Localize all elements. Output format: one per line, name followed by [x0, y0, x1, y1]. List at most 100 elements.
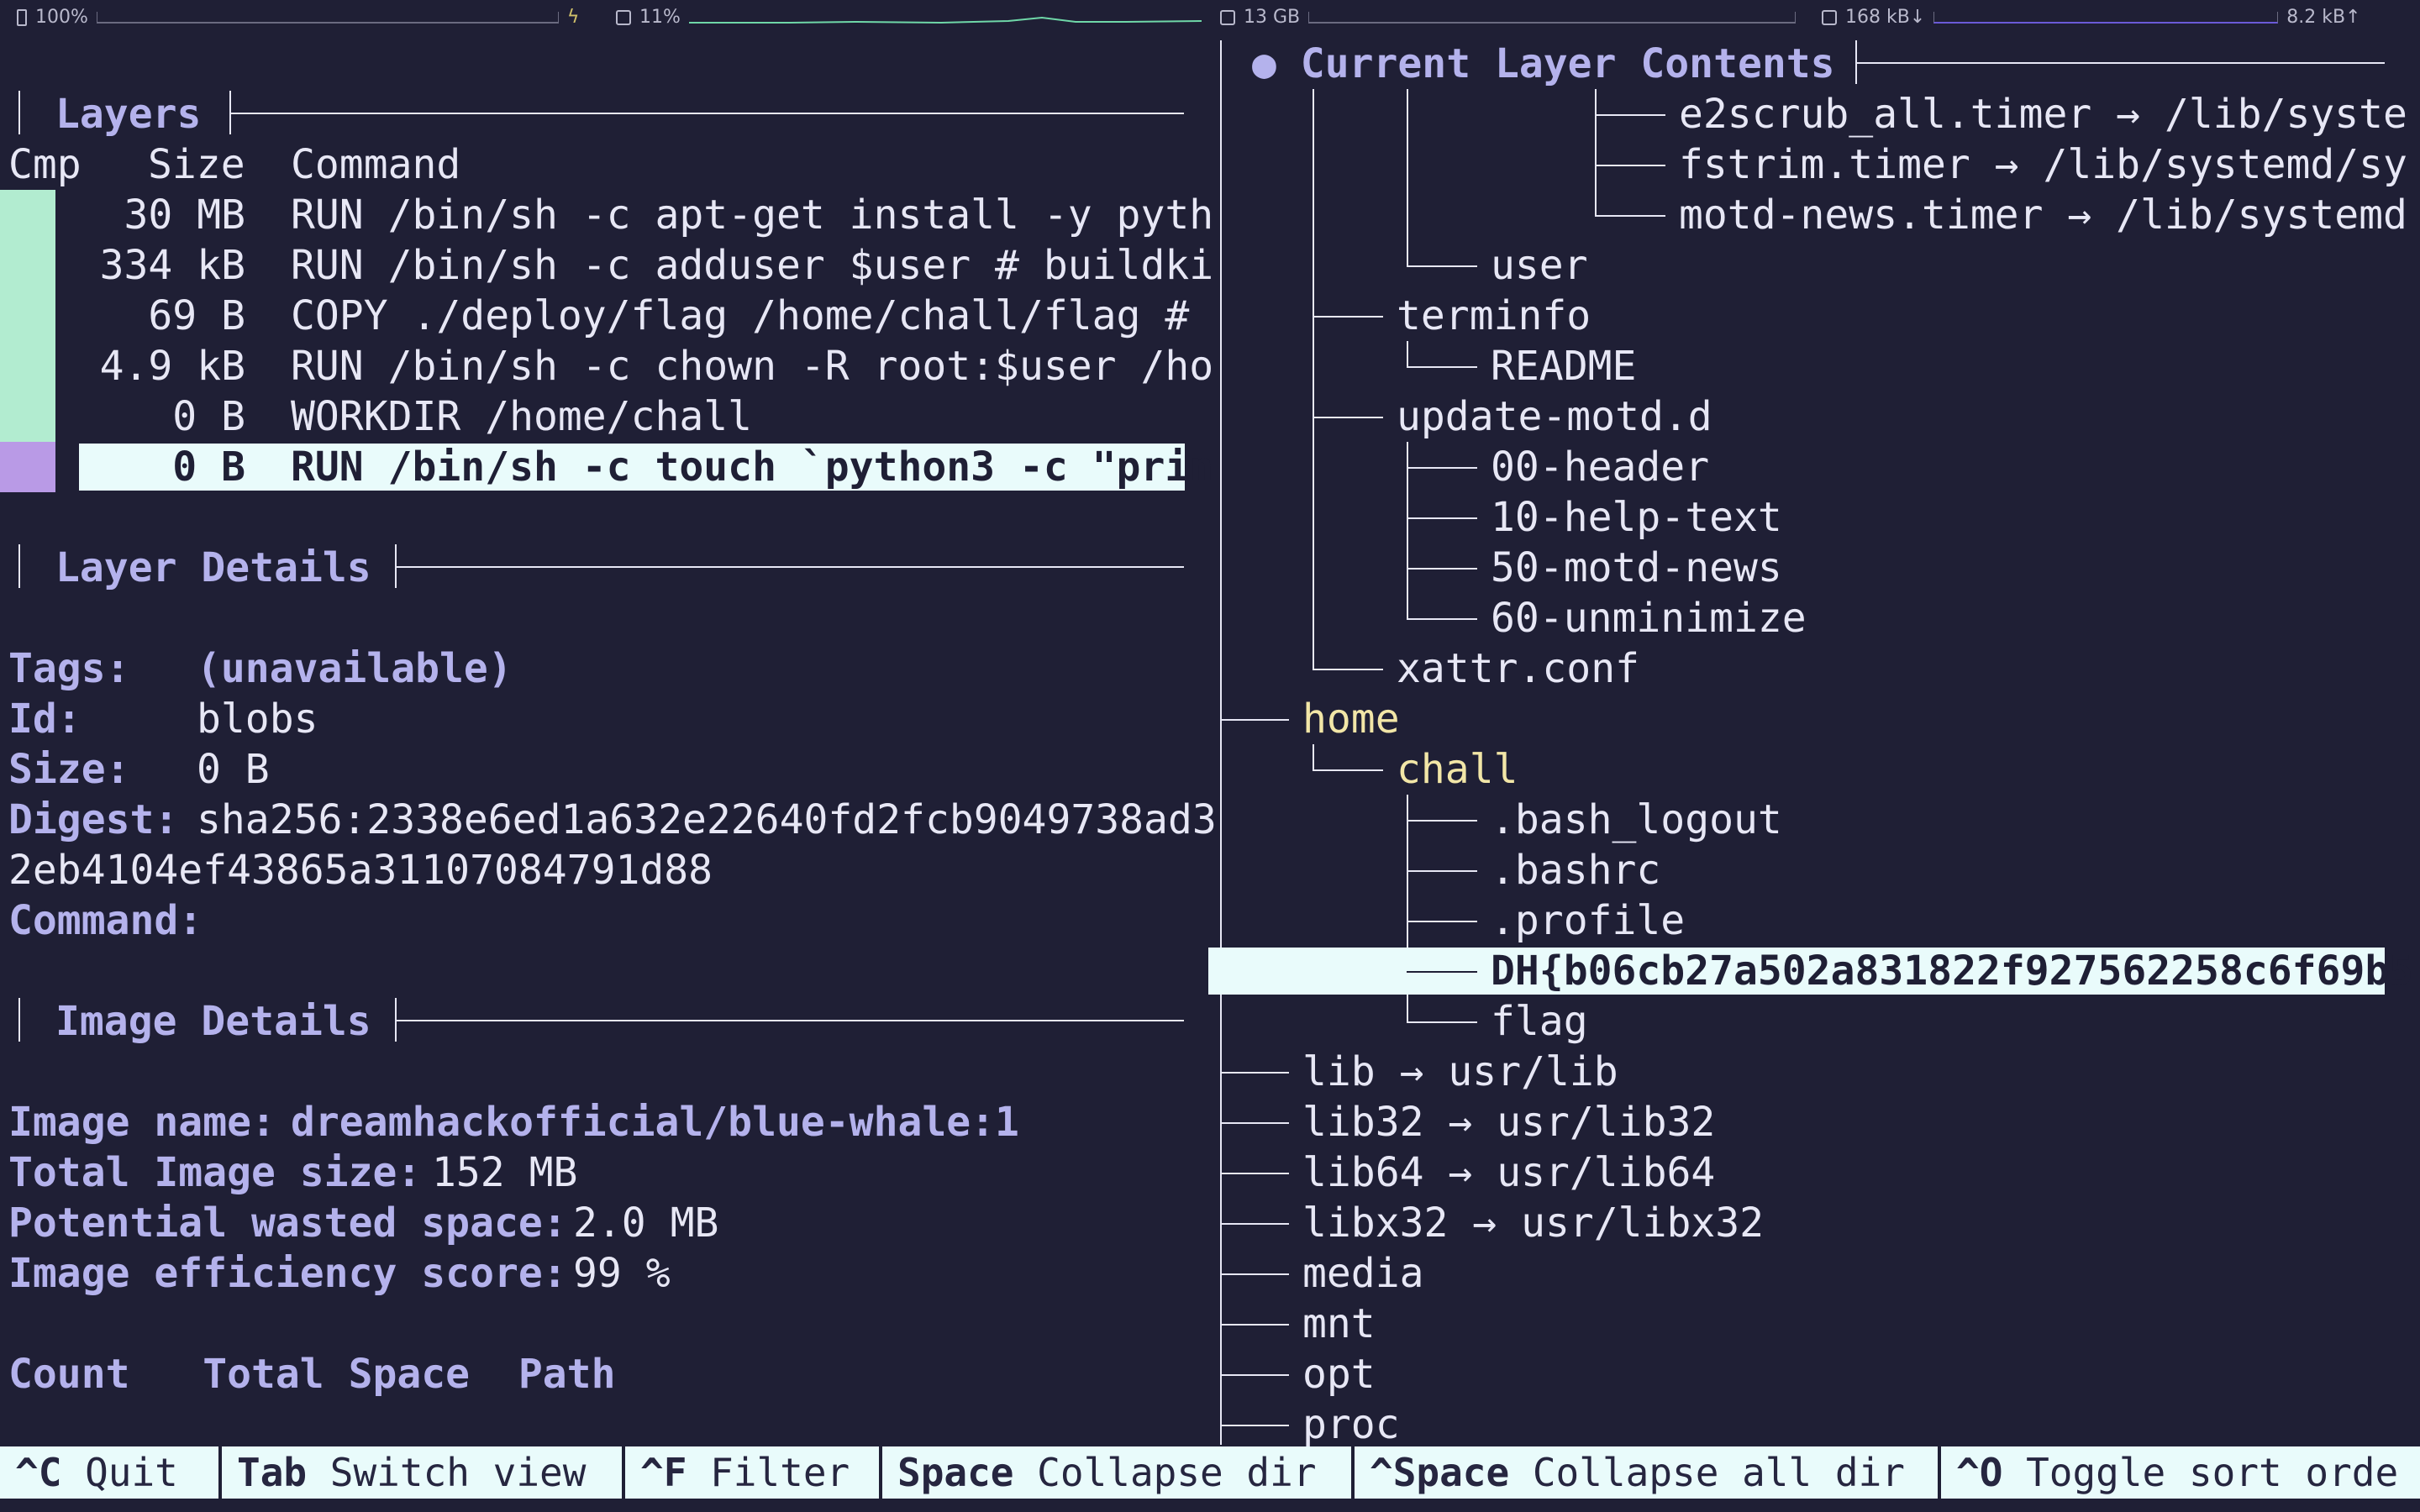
tree-item[interactable]: media: [1302, 1248, 1424, 1299]
keybinding-5[interactable]: ^O Toggle sort orde: [1941, 1446, 2420, 1499]
tree-item[interactable]: motd-news.timer → /lib/systemd: [1679, 190, 2407, 240]
tree-branch: [1220, 1122, 1289, 1124]
layer-size: 4.9 kB: [99, 343, 245, 390]
system-status-bar: 100% ϟ 11% 13 GB 168 kB↓ 8.2 kB↑: [0, 0, 2420, 35]
key-name: ^F: [640, 1450, 687, 1495]
digest-label: Digest:: [8, 796, 179, 843]
memory-indicator: 13 GB: [1220, 7, 1797, 28]
size-value: 0 B: [197, 746, 270, 793]
tree-item[interactable]: mnt: [1302, 1299, 1376, 1349]
tree-item[interactable]: lib → usr/lib: [1302, 1047, 1618, 1097]
layer-command: RUN /bin/sh -c adduser $user # buildki: [291, 242, 1214, 289]
wasted-space-value: 2.0 MB: [573, 1200, 719, 1247]
tree-item[interactable]: home: [1302, 694, 1400, 744]
key-label: Collapse all dir: [1509, 1450, 1905, 1495]
tree-guide: [1313, 744, 1314, 771]
key-name: ^Space: [1370, 1450, 1510, 1495]
layer-size: 0 B: [172, 393, 245, 440]
cpu-icon: [616, 9, 631, 25]
tree-item[interactable]: e2scrub_all.timer → /lib/syste: [1679, 89, 2407, 139]
layer-command: RUN /bin/sh -c apt-get install -y pyth: [291, 192, 1214, 239]
memory-meter: [1308, 11, 1797, 24]
keybinding-bar: ^C Quit Tab Switch view ^F Filter Space Col…: [0, 1446, 2420, 1499]
wasted-table-header: Count Total Space Path: [8, 1351, 616, 1398]
keybinding-3[interactable]: Space Collapse dir: [882, 1446, 1351, 1499]
network-meter: [1933, 11, 2279, 24]
cpu-value: 11%: [639, 7, 681, 28]
tree-item[interactable]: .profile: [1491, 895, 1685, 946]
column-header-command: Command: [291, 141, 461, 188]
tags-value: (unavailable): [197, 645, 513, 692]
tree-item[interactable]: fstrim.timer → /lib/systemd/sy: [1679, 139, 2407, 190]
tree-branch: [1407, 618, 1477, 620]
tree-guide: [1407, 341, 1408, 368]
id-value: blobs: [197, 696, 318, 743]
tree-branch: [1313, 669, 1383, 670]
column-header-cmp: Cmp: [8, 141, 82, 188]
tree-item[interactable]: README: [1491, 341, 1636, 391]
tree-item[interactable]: 60-unminimize: [1491, 593, 1807, 643]
tree-item[interactable]: 10-help-text: [1491, 492, 1782, 543]
tree-branch: [1407, 820, 1477, 822]
tree-item[interactable]: flag: [1491, 996, 1588, 1047]
battery-meter: [96, 11, 559, 24]
layer-cmp-bar: [0, 391, 55, 442]
tree-branch: [1407, 971, 1477, 973]
total-size-value: 152 MB: [432, 1149, 578, 1196]
panel-border: [18, 544, 20, 588]
tree-item[interactable]: .bashrc: [1491, 845, 1660, 895]
panel-border: [1220, 40, 1222, 1445]
layer-size: 30 MB: [124, 192, 246, 239]
charging-icon: ϟ: [566, 7, 580, 28]
panel-border: [229, 113, 1184, 114]
tree-branch: [1313, 316, 1383, 318]
battery-indicator: 100% ϟ: [17, 7, 579, 28]
tree-branch: [1407, 870, 1477, 872]
panel-border: [1855, 62, 2385, 64]
contents-panel-title: ● Current Layer Contents: [1252, 40, 1835, 87]
tree-guide: [1313, 89, 1314, 670]
flag-file-entry[interactable]: DH{b06cb27a502a831822f927562258c6f69b5: [1491, 946, 2413, 996]
cpu-indicator: 11%: [616, 7, 1202, 28]
network-indicator: 168 kB↓ 8.2 kB↑: [1822, 7, 2361, 28]
key-label: Switch view: [307, 1450, 587, 1495]
column-header-size: Size: [148, 141, 245, 188]
tree-item[interactable]: libx32 → usr/libx32: [1302, 1198, 1764, 1248]
tree-branch: [1220, 1173, 1289, 1174]
layer-size: 69 B: [148, 292, 245, 339]
keybinding-1[interactable]: Tab Switch view: [222, 1446, 622, 1499]
efficiency-value: 99 %: [573, 1250, 671, 1297]
tree-item[interactable]: chall: [1397, 744, 1518, 795]
digest-value-continued: 2eb4104ef43865a31107084791d88: [8, 847, 713, 894]
tree-branch: [1313, 769, 1383, 771]
tree-item[interactable]: 00-header: [1491, 442, 1709, 492]
id-label: Id:: [8, 696, 82, 743]
tree-item[interactable]: 50-motd-news: [1491, 543, 1782, 593]
layer-command: WORKDIR /home/chall: [291, 393, 753, 440]
tree-item[interactable]: xattr.conf: [1397, 643, 1639, 694]
tree-branch: [1407, 568, 1477, 570]
tree-item[interactable]: .bash_logout: [1491, 795, 1782, 845]
keybinding-0[interactable]: ^C Quit: [0, 1446, 218, 1499]
panel-border: [18, 91, 20, 134]
size-label: Size:: [8, 746, 130, 793]
tags-label: Tags:: [8, 645, 130, 692]
layers-panel-title: Layers: [55, 91, 202, 138]
tree-item[interactable]: terminfo: [1397, 291, 1591, 341]
tree-branch: [1220, 1223, 1289, 1225]
panel-border: [18, 998, 20, 1042]
tree-item[interactable]: lib64 → usr/lib64: [1302, 1147, 1715, 1198]
command-label: Command:: [8, 897, 203, 944]
tree-item[interactable]: proc: [1302, 1399, 1400, 1450]
network-icon: [1822, 9, 1837, 25]
key-name: ^O: [1956, 1450, 2003, 1495]
tree-item[interactable]: update-motd.d: [1397, 391, 1712, 442]
keybinding-4[interactable]: ^Space Collapse all dir: [1355, 1446, 1938, 1499]
layer-cmp-bar: [0, 240, 55, 291]
cpu-graph: [688, 16, 1202, 24]
keybinding-2[interactable]: ^F Filter: [625, 1446, 879, 1499]
tree-item[interactable]: user: [1491, 240, 1588, 291]
tree-branch: [1220, 1374, 1289, 1376]
tree-item[interactable]: opt: [1302, 1349, 1376, 1399]
tree-item[interactable]: lib32 → usr/lib32: [1302, 1097, 1715, 1147]
